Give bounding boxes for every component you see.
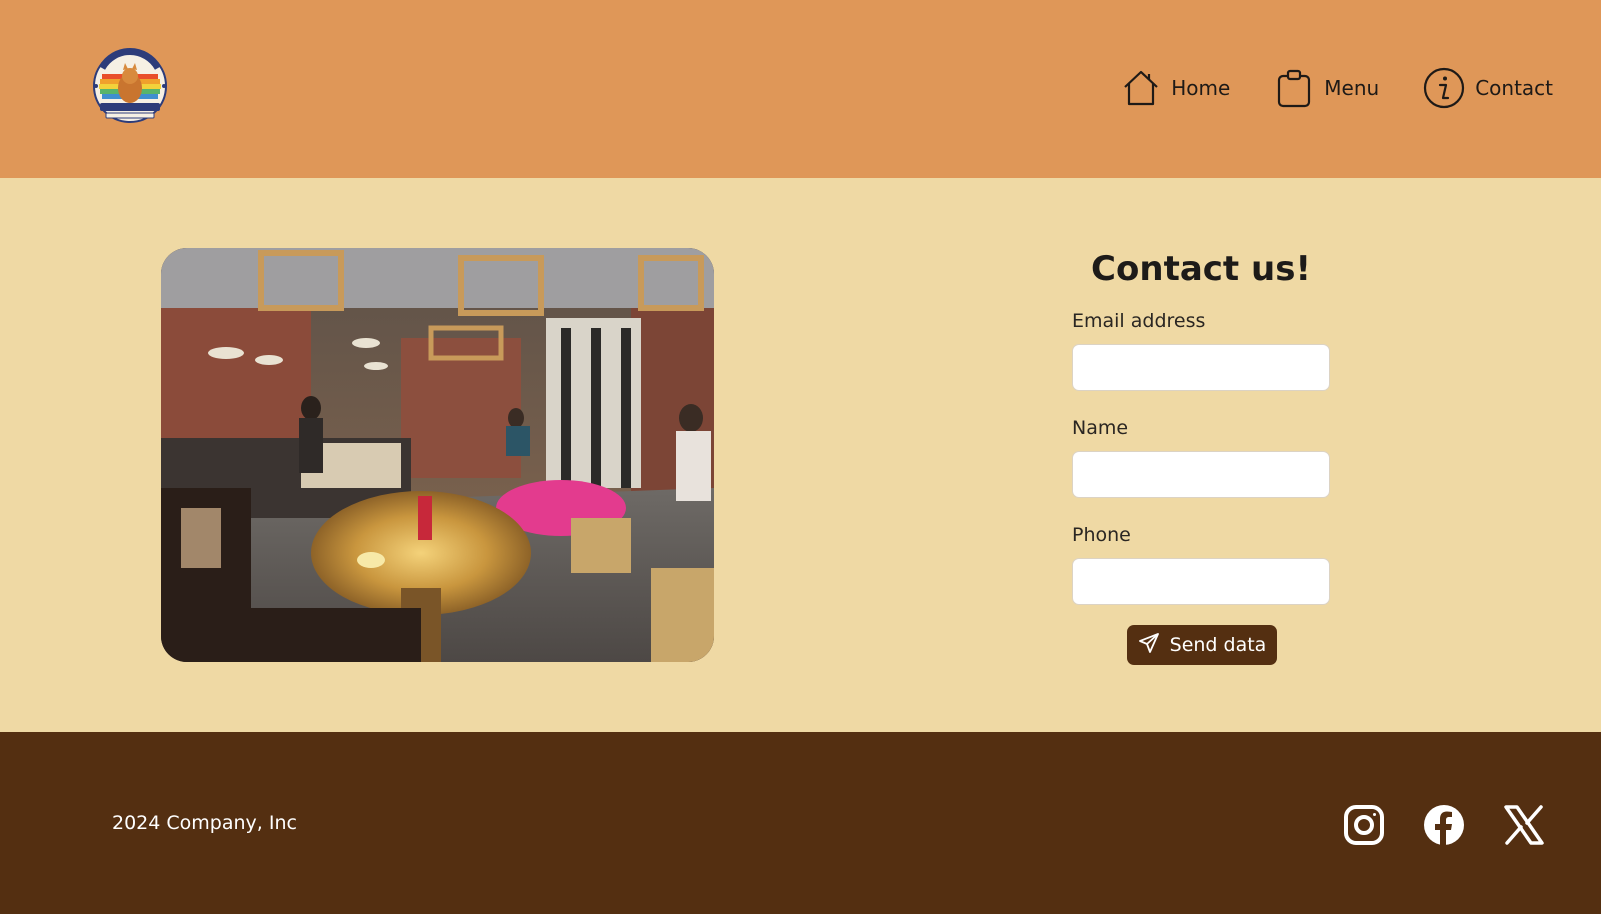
nav-menu[interactable]: Menu [1274, 68, 1379, 108]
name-field[interactable] [1072, 451, 1330, 498]
nav-home-label: Home [1171, 76, 1231, 100]
x-icon[interactable] [1503, 804, 1545, 846]
form-title: Contact us! [1091, 249, 1311, 289]
copyright-text: 2024 Company, Inc [112, 812, 297, 834]
email-label: Email address [1072, 310, 1206, 332]
nav-contact[interactable]: Contact [1423, 67, 1553, 109]
site-header: Home Menu Contact [0, 0, 1601, 178]
instagram-icon[interactable] [1343, 804, 1385, 846]
email-group: Email address [1072, 308, 1330, 391]
phone-field[interactable] [1072, 558, 1330, 605]
main-nav: Home Menu Contact [1121, 64, 1553, 112]
info-icon [1423, 67, 1465, 109]
name-group: Name [1072, 415, 1330, 498]
cafe-photo [161, 248, 714, 662]
clipboard-icon [1274, 68, 1314, 108]
name-label: Name [1072, 417, 1129, 439]
facebook-icon[interactable] [1423, 804, 1465, 846]
site-footer: 2024 Company, Inc [0, 732, 1601, 914]
phone-group: Phone [1072, 522, 1330, 605]
send-data-label: Send data [1169, 634, 1267, 656]
kitty-biscuits-logo[interactable] [88, 46, 172, 126]
phone-label: Phone [1072, 524, 1131, 546]
house-icon [1121, 68, 1161, 108]
nav-contact-label: Contact [1475, 76, 1553, 100]
send-data-button[interactable]: Send data [1127, 625, 1277, 665]
nav-menu-label: Menu [1324, 76, 1380, 100]
paper-plane-icon [1138, 632, 1160, 659]
contact-form: Contact us! Email address Name Phone Sen… [1072, 248, 1330, 665]
main-content: Contact us! Email address Name Phone Sen… [0, 178, 1601, 732]
email-field[interactable] [1072, 344, 1330, 391]
social-links [1343, 804, 1545, 846]
nav-home[interactable]: Home [1121, 68, 1230, 108]
